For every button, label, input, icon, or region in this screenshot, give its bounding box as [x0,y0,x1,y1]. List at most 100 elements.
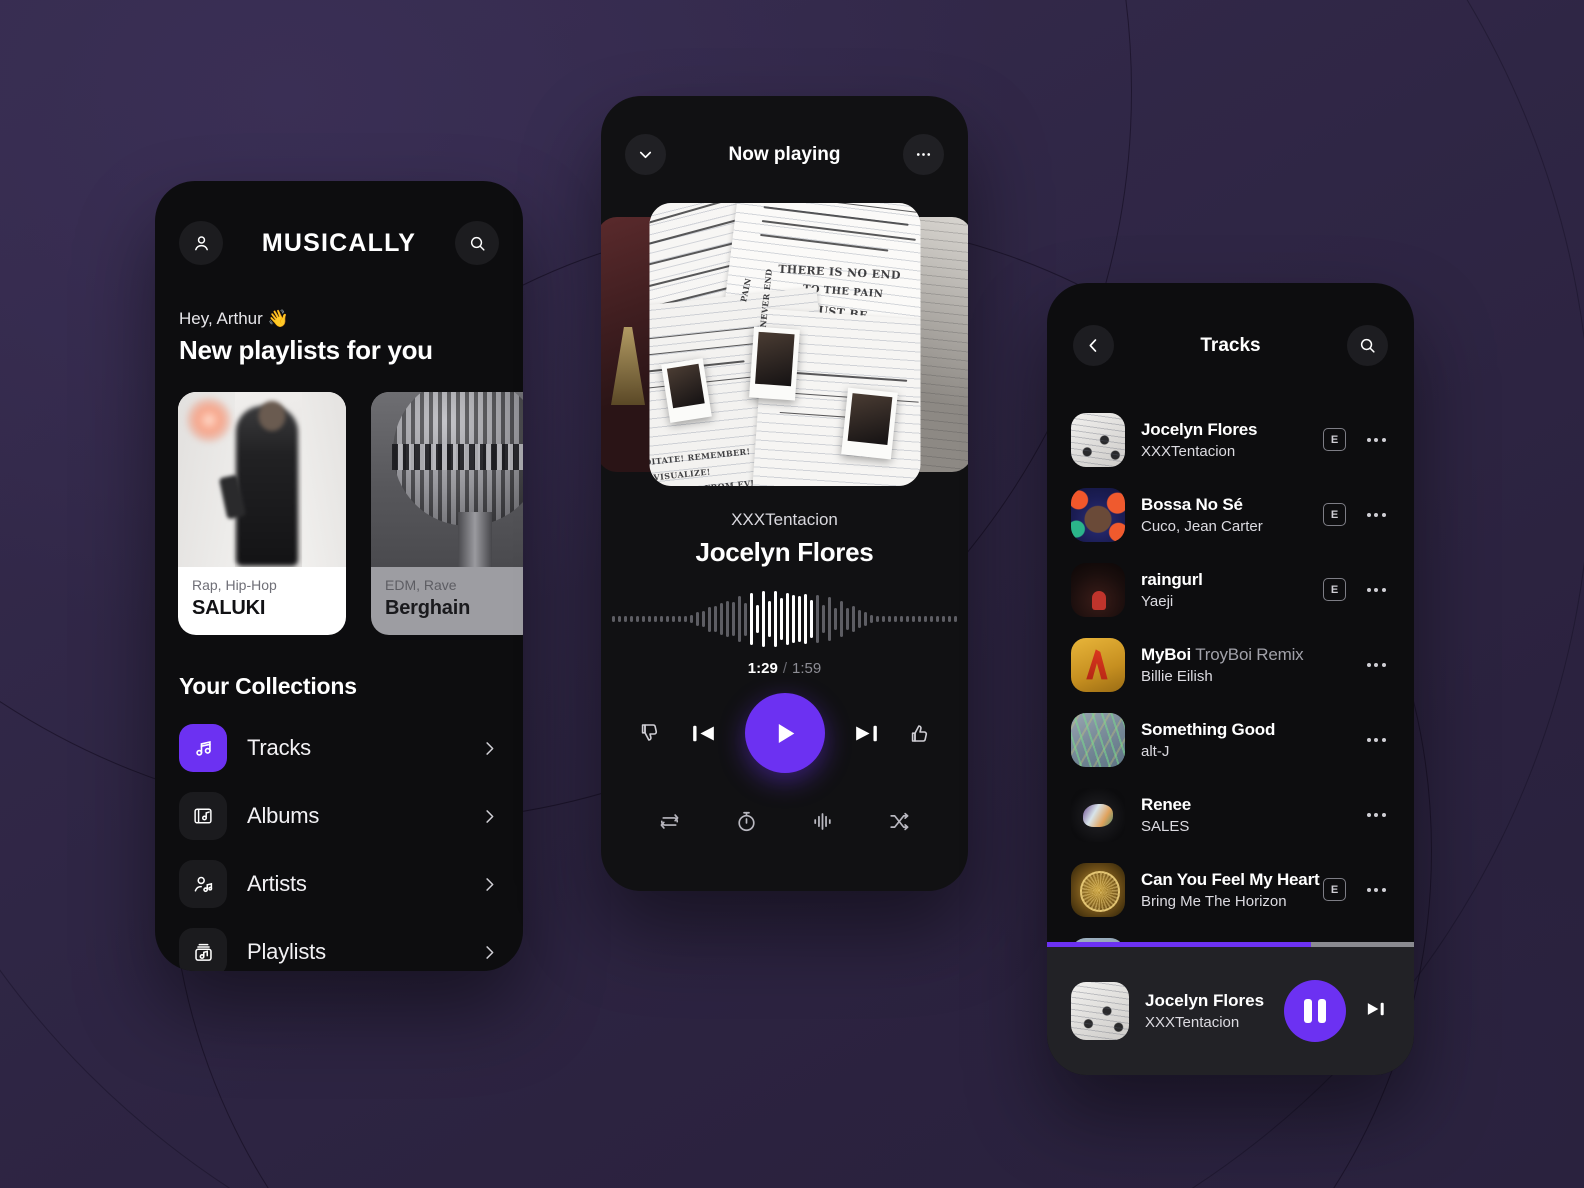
waveform-bar [858,610,861,628]
mini-player[interactable]: Jocelyn Flores XXXTentacion [1047,947,1414,1075]
more-horizontal-icon [1374,887,1378,892]
waveform-bar [726,601,729,637]
waveform-bar [870,614,873,624]
player-more-button[interactable] [903,134,944,175]
playlist-name: SALUKI [192,596,266,619]
more-horizontal-icon [1374,587,1378,592]
track-more-button[interactable] [1362,887,1390,892]
waveform-bar [954,616,957,622]
waveform-bar [678,616,681,622]
waveform-bar [900,616,903,622]
track-more-button[interactable] [1362,737,1390,742]
waveform-bar [912,616,915,622]
skip-next-icon [1367,1002,1384,1015]
sleep-timer-icon [738,811,755,832]
collection-label: Tracks [247,735,311,760]
track-more-button[interactable] [1362,587,1390,592]
more-horizontal-icon [1381,662,1386,667]
more-horizontal-icon [1381,587,1386,592]
waveform-bar [876,616,879,622]
shuffle-button[interactable] [887,809,912,839]
music-notes-icon-box [179,724,227,772]
waveform-bar [630,616,633,622]
track-more-button[interactable] [1362,437,1390,442]
play-button[interactable] [744,693,825,773]
track-text: Bossa No Sé Cuco, Jean Carter [1141,495,1307,535]
explicit-badge: E [1323,578,1346,601]
collapse-button[interactable] [625,134,666,175]
more-horizontal-icon [1374,737,1378,742]
waveform-bar [714,606,717,632]
track-title: Bossa No Sé [1141,494,1243,514]
more-horizontal-icon [1374,812,1378,817]
playlist-card-saluki[interactable]: Rap, Hip-Hop SALUKI [178,392,346,635]
track-row[interactable]: Jocelyn Flores XXXTentacion E [1047,402,1414,477]
waveform-bar [756,604,759,634]
track-row[interactable]: Bossa No Sé Cuco, Jean Carter E [1047,477,1414,552]
like-button[interactable] [908,721,932,745]
repeat-button[interactable] [657,809,682,839]
equalizer-button[interactable] [810,809,835,839]
chevron-left-icon [1089,339,1097,352]
waveform-bar [636,616,639,622]
dislike-button[interactable] [638,721,662,745]
more-horizontal-icon [1366,512,1371,517]
track-artwork [1071,412,1125,467]
album-icon [194,808,212,824]
track-row[interactable]: Can You Feel My Heart Bring Me The Horizo… [1047,852,1414,927]
collection-item-artists[interactable]: Artists [155,850,523,918]
waveform-bar [762,591,765,647]
waveform-bar [906,616,909,622]
collection-label: Artists [247,871,307,896]
profile-button[interactable] [179,221,223,265]
track-title: Jocelyn Flores [1141,419,1258,439]
track-more-button[interactable] [1362,812,1390,817]
waveform-bar [618,616,621,622]
collections-list: Tracks Albums Artists Playlists [155,714,523,971]
mini-pause-button[interactable] [1284,980,1346,1042]
waveform-bar [660,616,663,622]
track-more-button[interactable] [1362,662,1390,667]
waveform-bar [942,616,945,622]
more-horizontal-icon [1381,887,1386,892]
waveform-bar [624,616,627,622]
track-row[interactable]: Something Goodalt-JE [1047,702,1414,777]
waveform-bar [696,611,699,627]
track-more-button[interactable] [1362,512,1390,517]
track-text: raingurl Yaeji [1141,570,1307,610]
time-separator: / [782,660,787,677]
shuffle-icon [890,812,909,831]
track-title: Renee [1141,794,1192,814]
sleep-timer-button[interactable] [734,809,759,839]
search-button[interactable] [455,221,499,265]
page-title: New playlists for you [179,335,433,365]
waveform-bar [846,608,849,630]
playlist-artwork [371,392,523,567]
more-horizontal-icon [1381,737,1386,742]
now-playing-screen: Now playing 17 - MY MIND [601,96,968,891]
player-header: Now playing [601,96,968,175]
track-row[interactable]: ReneeSALESE [1047,777,1414,852]
mini-next-button[interactable] [1362,995,1390,1028]
tracks-title: Tracks [1200,334,1261,356]
back-button[interactable] [1073,325,1114,366]
waveform-bar [852,606,855,632]
previous-button[interactable] [688,718,719,749]
playlist-card-berghain[interactable]: EDM, Rave Berghain [371,392,523,635]
track-artwork [1071,637,1125,692]
tracks-search-button[interactable] [1346,325,1388,366]
skip-previous-icon [692,725,714,741]
collection-item-playlists[interactable]: Playlists [155,918,523,971]
more-horizontal-icon [1374,512,1378,517]
waveform-scrubber[interactable] [601,584,968,654]
collection-item-albums[interactable]: Albums [155,782,523,850]
collection-label: Playlists [247,939,326,964]
album-art-carousel[interactable]: 17 - MY MIND THERE IS NO END TO THE PAIN… [601,203,968,486]
track-row[interactable]: MyBoi TroyBoi RemixBillie EilishE [1047,627,1414,702]
track-row[interactable]: raingurl Yaeji E [1047,552,1414,627]
next-button[interactable] [851,718,882,749]
thumbs-up-icon [911,725,927,742]
track-artwork [1071,712,1125,767]
collection-item-tracks[interactable]: Tracks [155,714,523,782]
now-playing-artist: XXXTentacion [731,510,838,529]
